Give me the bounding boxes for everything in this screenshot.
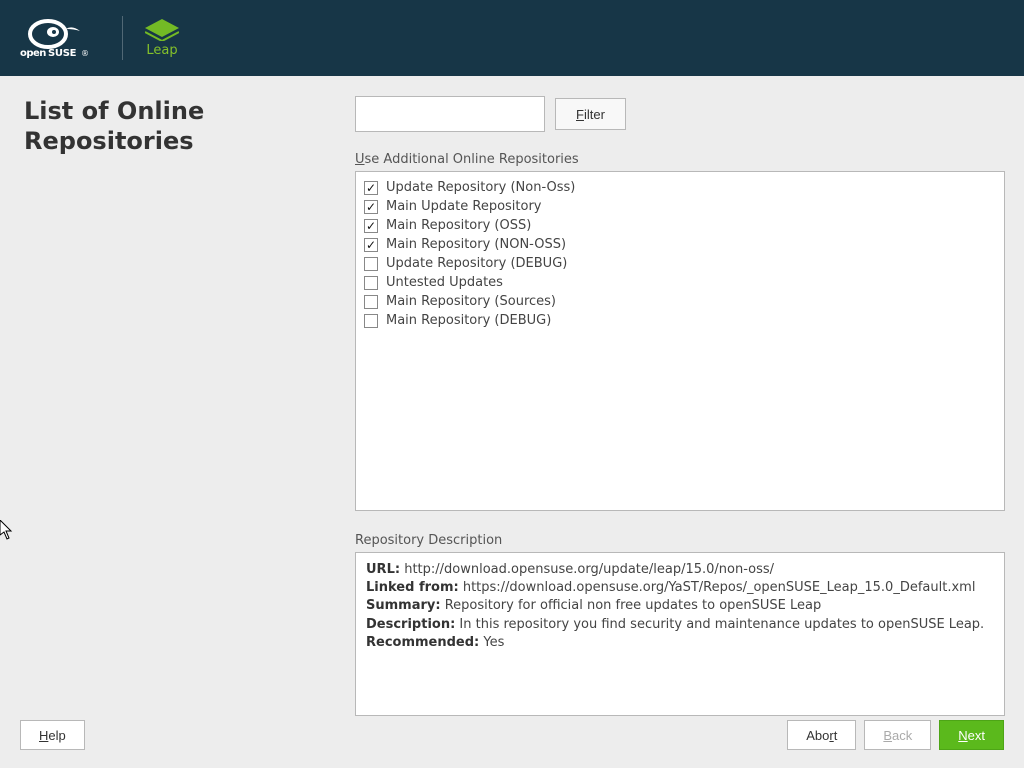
repo-checkbox[interactable] — [364, 219, 378, 233]
repo-item-label: Untested Updates — [386, 273, 503, 292]
leap-icon — [145, 19, 179, 41]
repo-description-box: URL: http://download.opensuse.org/update… — [355, 552, 1005, 716]
svg-text:SUSE: SUSE — [48, 48, 77, 59]
repo-checkbox[interactable] — [364, 314, 378, 328]
repo-item-label: Main Repository (Sources) — [386, 292, 556, 311]
repo-checkbox[interactable] — [364, 181, 378, 195]
repo-checkbox[interactable] — [364, 200, 378, 214]
repo-checkbox[interactable] — [364, 295, 378, 309]
filter-button[interactable]: Filter — [555, 98, 626, 130]
opensuse-logo: open SUSE ® — [20, 16, 100, 60]
repos-section-label: Use Additional Online Repositories — [355, 152, 1004, 167]
repo-item-label: Update Repository (Non-Oss) — [386, 178, 575, 197]
svg-text:open: open — [20, 48, 46, 59]
repo-item-label: Main Repository (NON-OSS) — [386, 235, 566, 254]
repo-item[interactable]: Main Repository (OSS) — [364, 216, 996, 235]
repo-item[interactable]: Main Update Repository — [364, 197, 996, 216]
repo-item[interactable]: Untested Updates — [364, 273, 996, 292]
repo-item[interactable]: Update Repository (DEBUG) — [364, 254, 996, 273]
repo-description-label: Repository Description — [355, 533, 1004, 548]
repo-checkbox[interactable] — [364, 238, 378, 252]
banner-divider — [122, 16, 123, 60]
leap-logo: Leap — [145, 19, 179, 58]
repo-item-label: Update Repository (DEBUG) — [386, 254, 567, 273]
help-button[interactable]: Help — [20, 720, 85, 750]
page-title: List of Online Repositories — [24, 96, 324, 156]
next-button[interactable]: Next — [939, 720, 1004, 750]
leap-label: Leap — [146, 43, 177, 58]
back-button: Back — [864, 720, 931, 750]
filter-input[interactable] — [355, 96, 545, 132]
abort-button[interactable]: Abort — [787, 720, 856, 750]
top-banner: open SUSE ® Leap — [0, 0, 1024, 76]
repo-item-label: Main Repository (DEBUG) — [386, 311, 551, 330]
repo-item[interactable]: Main Repository (Sources) — [364, 292, 996, 311]
repo-item[interactable]: Main Repository (NON-OSS) — [364, 235, 996, 254]
repo-item[interactable]: Update Repository (Non-Oss) — [364, 178, 996, 197]
repo-item-label: Main Update Repository — [386, 197, 542, 216]
svg-text:®: ® — [81, 49, 89, 58]
repo-list[interactable]: Update Repository (Non-Oss)Main Update R… — [355, 171, 1005, 511]
repo-checkbox[interactable] — [364, 276, 378, 290]
filter-button-suffix: ilter — [584, 107, 605, 122]
repo-checkbox[interactable] — [364, 257, 378, 271]
footer: Help Abort Back Next — [20, 720, 1004, 750]
repo-item[interactable]: Main Repository (DEBUG) — [364, 311, 996, 330]
repo-item-label: Main Repository (OSS) — [386, 216, 531, 235]
cursor-icon — [0, 520, 14, 544]
